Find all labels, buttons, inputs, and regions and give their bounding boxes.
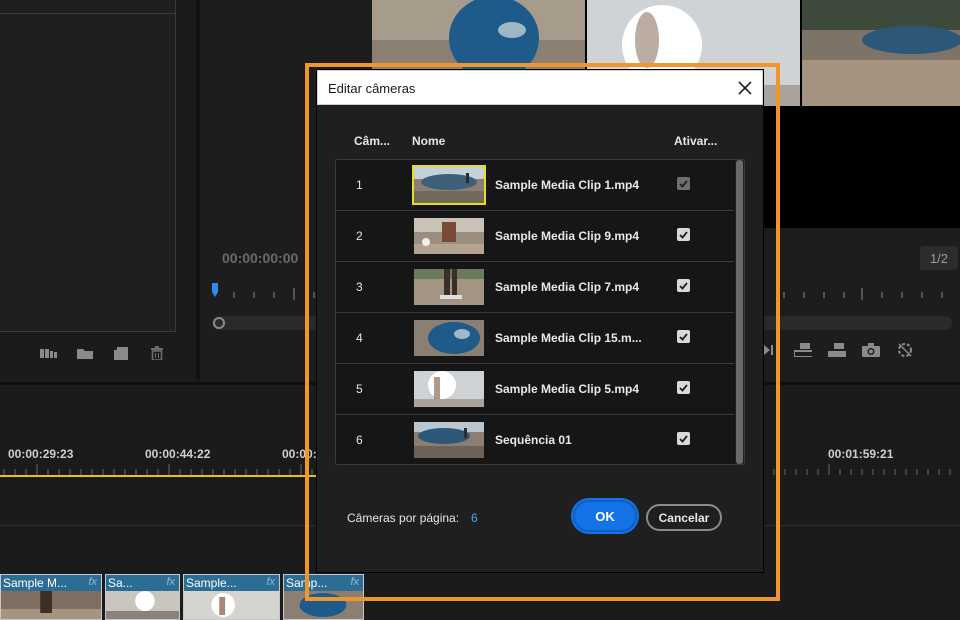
work-area-bar[interactable] — [0, 475, 318, 477]
camera-list: 1 Sample Media Clip 1.mp4 2 Sample Media… — [335, 159, 745, 465]
column-header-name[interactable]: Nome — [412, 134, 445, 148]
edit-cameras-dialog: Editar câmeras Câm... Nome Ativar... 1 S… — [317, 70, 763, 572]
freeform-view-icon[interactable] — [40, 346, 58, 360]
time-label: 00:00:29:23 — [8, 447, 74, 461]
sunlight-thumb[interactable] — [412, 369, 486, 409]
list-scrollbar[interactable] — [735, 160, 744, 464]
camera-row[interactable]: 3 Sample Media Clip 7.mp4 — [336, 262, 734, 313]
time-label: 00:00:44:22 — [145, 447, 211, 461]
timeline-clip[interactable]: Sample M... fx — [0, 574, 102, 620]
settings-icon[interactable] — [896, 343, 914, 357]
ok-button[interactable]: OK — [573, 500, 637, 532]
camera-icon[interactable] — [862, 343, 880, 357]
cancel-button[interactable]: Cancelar — [646, 504, 722, 531]
premiere-workspace: 00:00:00:00 1/2 00:00:29:23 00:00:44:22 … — [0, 0, 960, 620]
fx-badge: fx — [88, 576, 97, 588]
camera-number: 6 — [356, 433, 363, 447]
program-timecode: 00:00:00:00 — [222, 250, 299, 266]
zoom-handle[interactable] — [213, 317, 225, 329]
project-panel-header — [0, 0, 176, 14]
camera-row[interactable]: 1 Sample Media Clip 1.mp4 — [336, 160, 734, 211]
monitor-toolbar — [760, 343, 914, 357]
new-bin-icon[interactable] — [76, 346, 94, 360]
time-label: 00:01:59:21 — [828, 447, 894, 461]
project-toolbar — [40, 346, 166, 360]
timeline-clip[interactable]: Sample... fx — [183, 574, 280, 620]
video-track: Sample M... fx Sa... fx Sample... fx Sam… — [0, 574, 364, 620]
dialog-title: Editar câmeras — [328, 81, 416, 96]
enable-checkbox[interactable] — [677, 279, 690, 292]
camera-name: Sample Media Clip 15.m... — [495, 331, 642, 345]
camera-row[interactable]: 6 Sequência 01 — [336, 415, 734, 464]
enable-checkbox[interactable] — [677, 381, 690, 394]
camera-name: Sample Media Clip 9.mp4 — [495, 229, 640, 243]
scrollbar-thumb[interactable] — [736, 160, 743, 464]
camera-number: 3 — [356, 280, 363, 294]
clip-label: Sa... — [108, 576, 133, 590]
bowl-thumb[interactable] — [412, 318, 486, 358]
enable-checkbox[interactable] — [677, 177, 690, 190]
enable-checkbox[interactable] — [677, 330, 690, 343]
camera-number: 2 — [356, 229, 363, 243]
fx-badge: fx — [350, 576, 359, 588]
clip-label: Sample M... — [3, 576, 68, 590]
camera-number: 1 — [356, 178, 363, 192]
page-indicator[interactable]: 1/2 — [920, 246, 958, 270]
camera-name: Sample Media Clip 7.mp4 — [495, 280, 640, 294]
clip-label: Samp... — [286, 576, 328, 590]
project-panel — [0, 0, 176, 332]
camera-row[interactable]: 4 Sample Media Clip 15.m... — [336, 313, 734, 364]
enable-checkbox[interactable] — [677, 228, 690, 241]
cameras-per-page-label: Câmeras por página: — [347, 511, 460, 525]
camera-3-preview[interactable] — [802, 0, 960, 106]
camera-number: 5 — [356, 382, 363, 396]
new-item-icon[interactable] — [112, 346, 130, 360]
cameras-per-page-value[interactable]: 6 — [471, 511, 478, 525]
camera-row[interactable]: 5 Sample Media Clip 5.mp4 — [336, 364, 734, 415]
camera-number: 4 — [356, 331, 363, 345]
camera-name: Sample Media Clip 1.mp4 — [495, 178, 640, 192]
camera-row[interactable]: 2 Sample Media Clip 9.mp4 — [336, 211, 734, 262]
camera-name: Sample Media Clip 5.mp4 — [495, 382, 640, 396]
trash-icon[interactable] — [148, 346, 166, 360]
extract-icon[interactable] — [828, 343, 846, 357]
playhead-icon[interactable] — [212, 283, 218, 297]
camera-name: Sequência 01 — [495, 433, 572, 447]
timeline-clip[interactable]: Sa... fx — [105, 574, 180, 620]
column-header-enable[interactable]: Ativar... — [674, 134, 717, 148]
column-header-camera[interactable]: Câm... — [354, 134, 390, 148]
sequence-thumb[interactable] — [412, 420, 486, 460]
enable-checkbox[interactable] — [677, 432, 690, 445]
fx-badge: fx — [266, 576, 275, 588]
clip-label: Sample... — [186, 576, 237, 590]
timeline-clip[interactable]: Samp... fx — [283, 574, 364, 620]
lift-icon[interactable] — [794, 343, 812, 357]
skater-thumb[interactable] — [412, 216, 486, 256]
skater-legs-thumb[interactable] — [412, 267, 486, 307]
fx-badge: fx — [166, 576, 175, 588]
skatepark-thumb[interactable] — [412, 165, 486, 205]
close-icon[interactable] — [734, 77, 756, 99]
dialog-titlebar[interactable]: Editar câmeras — [317, 70, 763, 105]
